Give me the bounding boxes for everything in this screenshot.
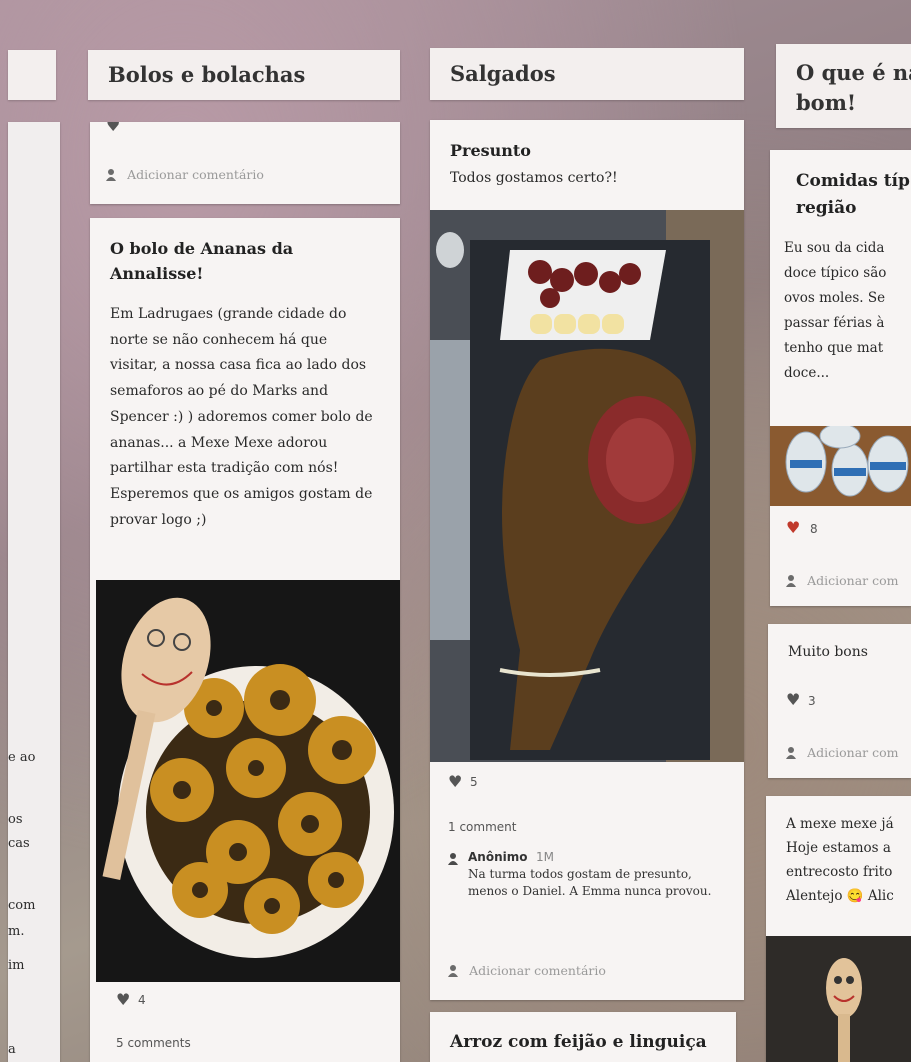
comments-count-link[interactable]: 1 comment (448, 820, 516, 834)
post-card-muito-bons[interactable]: Muito bons ♥ 3 Adicionar com (768, 624, 911, 778)
left-fragment-7: a (8, 1042, 16, 1057)
post-body: Muito bons (788, 644, 868, 660)
comment-stub-card: ♥ Adicionar comentário (90, 122, 400, 204)
user-icon (448, 964, 458, 977)
like-count: 5 (470, 775, 478, 789)
column-title: Salgados (450, 61, 556, 86)
comments-count-link[interactable]: 5 comments (116, 1036, 191, 1050)
post-image-presunto[interactable] (430, 210, 744, 762)
add-comment-link[interactable]: Adicionar comentário (448, 960, 606, 979)
left-fragment-5: m. (8, 924, 25, 939)
comment-time: 1M (536, 850, 554, 864)
post-card-arroz[interactable]: Arroz com feijão e linguiça (430, 1012, 736, 1062)
add-comment-label: Adicionar com (807, 745, 899, 760)
add-comment-label: Adicionar com (807, 573, 899, 588)
add-comment-link[interactable]: Adicionar com (786, 742, 898, 761)
user-icon (448, 853, 458, 865)
left-fragment-4: com (8, 898, 36, 913)
heart-icon[interactable]: ♥ (116, 990, 130, 1009)
like-count: 4 (138, 993, 146, 1007)
like-count: 3 (808, 694, 816, 708)
post-body: Todos gostamos certo?! (450, 170, 618, 186)
post-body: Eu sou da cida doce típico são ovos mole… (784, 240, 887, 381)
column-header-bolos[interactable]: Bolos e bolachas (88, 50, 400, 100)
post-card-mexe-mexe[interactable]: A mexe mexe já Hoje estamos a entrecosto… (766, 796, 911, 1062)
column-header-salgados[interactable]: Salgados (430, 48, 744, 100)
add-comment-label: Adicionar comentário (469, 963, 606, 978)
heart-icon[interactable]: ♥ (786, 690, 800, 709)
column-header-o-que-e[interactable]: O que é na bom! (776, 44, 911, 128)
post-body: Em Ladrugaes (grande cidade do norte se … (110, 306, 373, 528)
comment-text: Na turma todos gostam de presunto, menos… (468, 867, 712, 898)
post-card-presunto[interactable]: Presunto Todos gostamos certo?! ♥ 5 1 co… (430, 120, 744, 1000)
post-body: A mexe mexe já Hoje estamos a entrecosto… (786, 816, 894, 904)
add-comment-label: Adicionar comentário (127, 167, 264, 182)
left-fragment-3: cas (8, 836, 30, 851)
post-image-cake[interactable] (96, 580, 400, 982)
column-title: O que é na bom! (796, 60, 911, 115)
user-icon (106, 168, 116, 181)
post-title: Comidas típ região (796, 171, 910, 218)
add-comment-link[interactable]: Adicionar com (786, 570, 898, 589)
post-title: Presunto (450, 141, 531, 160)
user-icon (786, 746, 796, 759)
post-image-ovos-moles[interactable] (770, 423, 911, 506)
like-count: 8 (810, 522, 818, 536)
post-title: O bolo de Ananas da Annalisse! (110, 239, 294, 283)
post-title: Arroz com feijão e linguiça (450, 1032, 707, 1052)
left-fragment-1: e ao (8, 750, 36, 765)
left-partial-card: e ao os cas com m. im a (8, 122, 60, 1062)
post-card-bolo-ananas[interactable]: O bolo de Ananas da Annalisse! Em Ladrug… (90, 218, 400, 1062)
column-title: Bolos e bolachas (108, 62, 306, 87)
user-icon (786, 574, 796, 587)
comment-author[interactable]: Anônimo (468, 850, 527, 864)
post-card-comidas-tipicas[interactable]: Comidas típ região Eu sou da cida doce t… (770, 150, 911, 606)
post-image-mexe-mexe[interactable] (766, 936, 911, 1062)
left-column-header (8, 50, 56, 100)
heart-icon[interactable]: ♥ (448, 772, 462, 791)
add-comment-link[interactable]: Adicionar comentário (106, 164, 264, 183)
left-fragment-6: im (8, 958, 25, 973)
left-fragment-2: os (8, 812, 23, 827)
heart-icon[interactable]: ♥ (786, 518, 800, 537)
heart-icon[interactable]: ♥ (106, 122, 120, 135)
